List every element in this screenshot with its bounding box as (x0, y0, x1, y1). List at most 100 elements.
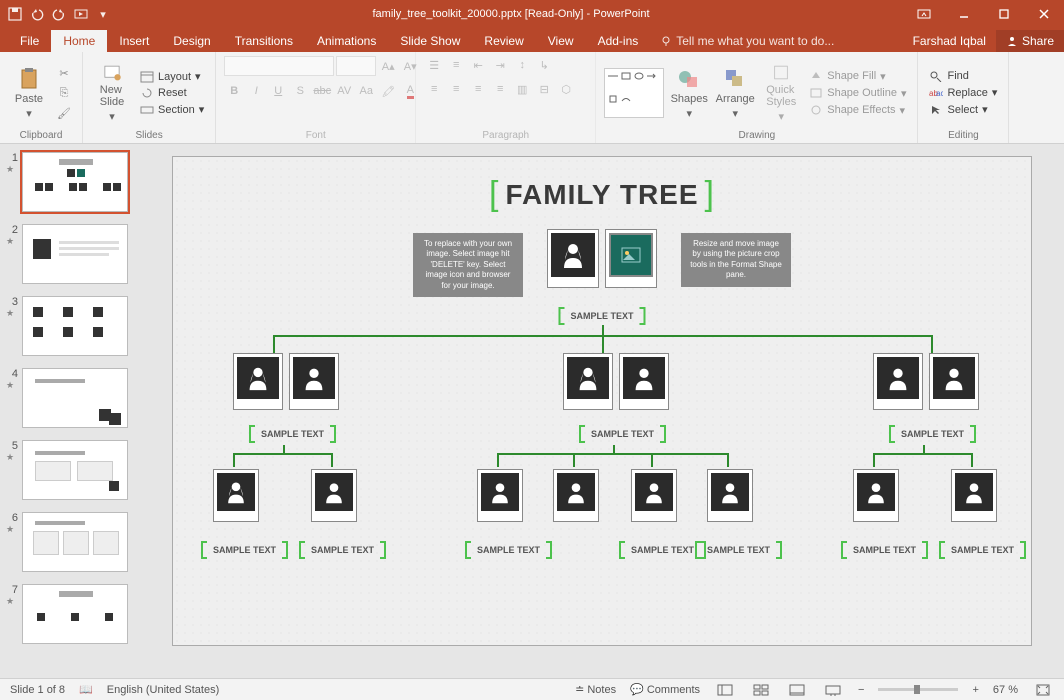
shapes-button[interactable]: Shapes▾ (668, 63, 710, 123)
tree-leaf-5-label[interactable]: SAMPLE TEXT (695, 541, 782, 559)
zoom-level[interactable]: 67 % (993, 684, 1018, 696)
slideshow-view-icon[interactable] (822, 682, 844, 698)
close-icon[interactable] (1024, 0, 1064, 28)
cut-icon[interactable]: ✂ (54, 64, 74, 82)
tree-leaf-5[interactable] (631, 469, 677, 522)
slide-canvas[interactable]: [FAMILY TREE] To replace with your own i… (140, 144, 1064, 678)
align-right-icon[interactable]: ≡ (468, 80, 488, 98)
thumbnail-2[interactable]: 2★ (6, 224, 134, 284)
tab-slideshow[interactable]: Slide Show (388, 30, 472, 52)
user-name[interactable]: Farshad Iqbal (903, 30, 996, 52)
tree-child-2-label[interactable]: SAMPLE TEXT (579, 425, 666, 443)
shadow-icon[interactable]: S (290, 82, 310, 100)
tree-leaf-2-label[interactable]: SAMPLE TEXT (299, 541, 386, 559)
tab-home[interactable]: Home (51, 30, 107, 52)
tab-file[interactable]: File (8, 30, 51, 52)
line-spacing-icon[interactable]: ↕ (512, 56, 532, 74)
bullets-icon[interactable]: ☰ (424, 56, 444, 74)
normal-view-icon[interactable] (714, 682, 736, 698)
replace-button[interactable]: abacReplace ▾ (926, 85, 1000, 100)
undo-icon[interactable] (28, 5, 46, 23)
shape-fill-button[interactable]: Shape Fill ▾ (806, 69, 909, 84)
tree-leaf-8[interactable] (951, 469, 997, 522)
section-button[interactable]: Section ▾ (137, 102, 207, 117)
smartart-icon[interactable]: ⬡ (556, 80, 576, 98)
find-button[interactable]: Find (926, 69, 1000, 83)
thumbnail-4[interactable]: 4★ (6, 368, 134, 428)
tab-design[interactable]: Design (161, 30, 222, 52)
fit-window-icon[interactable] (1032, 682, 1054, 698)
tree-leaf-7[interactable] (853, 469, 899, 522)
shapes-gallery[interactable] (604, 68, 664, 118)
thumbnail-1[interactable]: 1★ (6, 152, 134, 212)
tree-leaf-7-label[interactable]: SAMPLE TEXT (841, 541, 928, 559)
font-family-select[interactable] (224, 56, 334, 76)
shape-outline-button[interactable]: Shape Outline ▾ (806, 86, 909, 101)
format-painter-icon[interactable]: 🖌 (54, 104, 74, 122)
tab-review[interactable]: Review (472, 30, 535, 52)
zoom-in-icon[interactable]: + (972, 684, 978, 696)
shape-effects-button[interactable]: Shape Effects ▾ (806, 103, 909, 118)
new-slide-button[interactable]: New Slide▾ (91, 63, 133, 123)
slide-content[interactable]: [FAMILY TREE] To replace with your own i… (172, 156, 1032, 646)
quick-styles-button[interactable]: Quick Styles▾ (760, 63, 802, 123)
thumbnail-6[interactable]: 6★ (6, 512, 134, 572)
tell-me-search[interactable]: Tell me what you want to do... (650, 30, 844, 52)
tree-leaf-1-label[interactable]: SAMPLE TEXT (201, 541, 288, 559)
minimize-icon[interactable] (944, 0, 984, 28)
tree-root-couple[interactable] (547, 229, 657, 288)
underline-icon[interactable]: U (268, 82, 288, 100)
spellcheck-icon[interactable]: 📖 (79, 683, 93, 696)
tab-addins[interactable]: Add-ins (586, 30, 651, 52)
tree-leaf-1[interactable] (213, 469, 259, 522)
columns-icon[interactable]: ▥ (512, 80, 532, 98)
slide-indicator[interactable]: Slide 1 of 8 (10, 684, 65, 696)
arrange-button[interactable]: Arrange▾ (714, 63, 756, 123)
tree-leaf-4-label[interactable]: SAMPLE TEXT (619, 541, 706, 559)
thumbnail-7[interactable]: 7★ (6, 584, 134, 644)
indent-inc-icon[interactable]: ⇥ (490, 56, 510, 74)
grow-font-icon[interactable]: A▴ (378, 57, 398, 75)
italic-icon[interactable]: I (246, 82, 266, 100)
bold-icon[interactable]: B (224, 82, 244, 100)
qat-dropdown-icon[interactable]: ▾ (94, 5, 112, 23)
tree-leaf-3-label[interactable]: SAMPLE TEXT (465, 541, 552, 559)
maximize-icon[interactable] (984, 0, 1024, 28)
case-icon[interactable]: Aa (356, 82, 376, 100)
tree-leaf-4[interactable] (553, 469, 599, 522)
slide-title[interactable]: [FAMILY TREE] (483, 175, 721, 214)
indent-dec-icon[interactable]: ⇤ (468, 56, 488, 74)
paste-button[interactable]: Paste▾ (8, 63, 50, 123)
reset-button[interactable]: Reset (137, 86, 207, 100)
copy-icon[interactable]: ⎘ (54, 84, 74, 102)
tree-child-1[interactable] (233, 353, 339, 410)
notes-button[interactable]: ≐ Notes (575, 683, 616, 696)
text-direction-icon[interactable]: ↳ (534, 56, 554, 74)
align-center-icon[interactable]: ≡ (446, 80, 466, 98)
tree-leaf-8-label[interactable]: SAMPLE TEXT (939, 541, 1026, 559)
tree-child-2[interactable] (563, 353, 669, 410)
numbering-icon[interactable]: ≡ (446, 56, 466, 74)
zoom-out-icon[interactable]: − (858, 684, 864, 696)
tree-child-3-label[interactable]: SAMPLE TEXT (889, 425, 976, 443)
redo-icon[interactable] (50, 5, 68, 23)
language-indicator[interactable]: English (United States) (107, 684, 220, 696)
select-button[interactable]: Select ▾ (926, 102, 1000, 117)
tree-leaf-3[interactable] (477, 469, 523, 522)
tab-transitions[interactable]: Transitions (223, 30, 305, 52)
layout-button[interactable]: Layout ▾ (137, 69, 207, 84)
zoom-slider[interactable] (878, 688, 958, 691)
info-callout-left[interactable]: To replace with your own image. Select i… (413, 233, 523, 297)
highlight-icon[interactable]: 🖍 (378, 82, 398, 100)
thumbnail-5[interactable]: 5★ (6, 440, 134, 500)
save-icon[interactable] (6, 5, 24, 23)
tree-leaf-6[interactable] (707, 469, 753, 522)
sorter-view-icon[interactable] (750, 682, 772, 698)
justify-icon[interactable]: ≡ (490, 80, 510, 98)
tree-child-1-label[interactable]: SAMPLE TEXT (249, 425, 336, 443)
strike-icon[interactable]: abc (312, 82, 332, 100)
share-button[interactable]: Share (996, 30, 1064, 52)
align-text-icon[interactable]: ⊟ (534, 80, 554, 98)
tab-animations[interactable]: Animations (305, 30, 388, 52)
font-size-select[interactable] (336, 56, 376, 76)
